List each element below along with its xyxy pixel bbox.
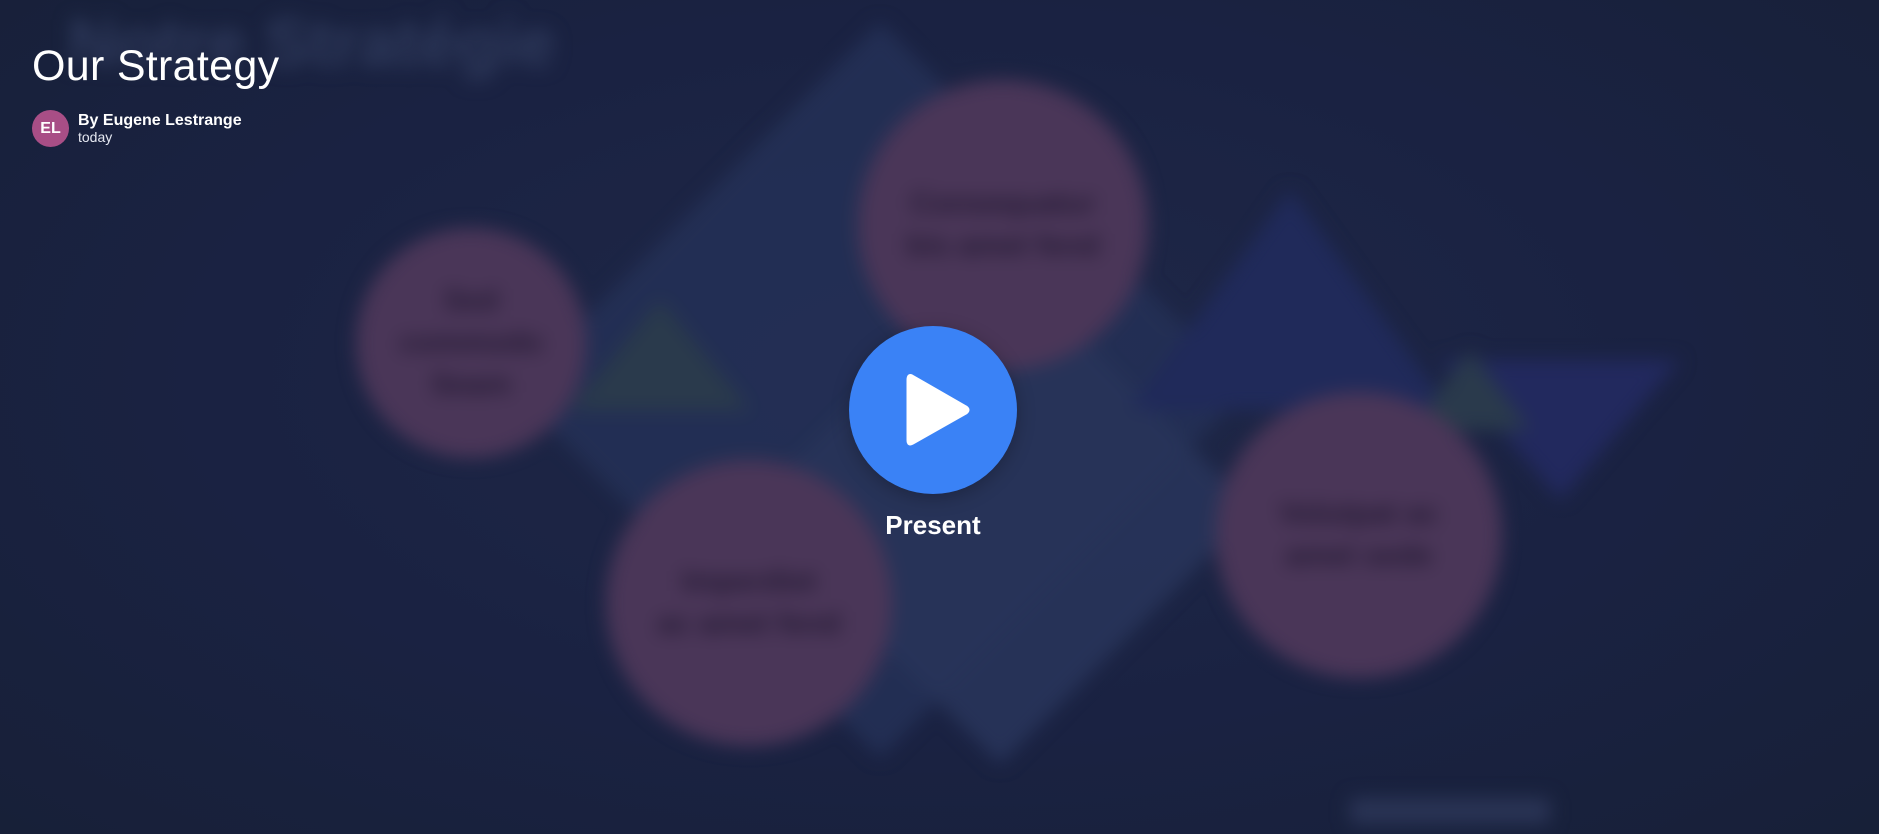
presentation-preview: Notre Stratégie Sed commodo Seam Consequat… — [0, 0, 1879, 834]
author-meta: By Eugene Lestrange today — [78, 112, 242, 146]
blurred-triangle-shape — [570, 300, 750, 410]
presentation-title: Our Strategy — [32, 42, 280, 90]
present-label[interactable]: Present — [885, 510, 980, 541]
blurred-bubble: Sed commodo Seam — [356, 228, 586, 458]
blurred-triangle-shape — [1130, 190, 1450, 410]
blurred-bubble: Volutpat ac amet sede — [1216, 392, 1502, 678]
play-button[interactable] — [849, 326, 1017, 494]
author-avatar: EL — [32, 110, 69, 147]
author-row: EL By Eugene Lestrange today — [32, 110, 279, 147]
presentation-header: Our Strategy EL By Eugene Lestrange toda… — [32, 40, 279, 147]
modified-date: today — [78, 128, 113, 145]
blurred-footer-text — [1350, 798, 1550, 824]
play-icon — [906, 374, 970, 446]
present-control[interactable]: Present — [849, 326, 1017, 541]
author-name: By Eugene Lestrange — [78, 111, 242, 129]
